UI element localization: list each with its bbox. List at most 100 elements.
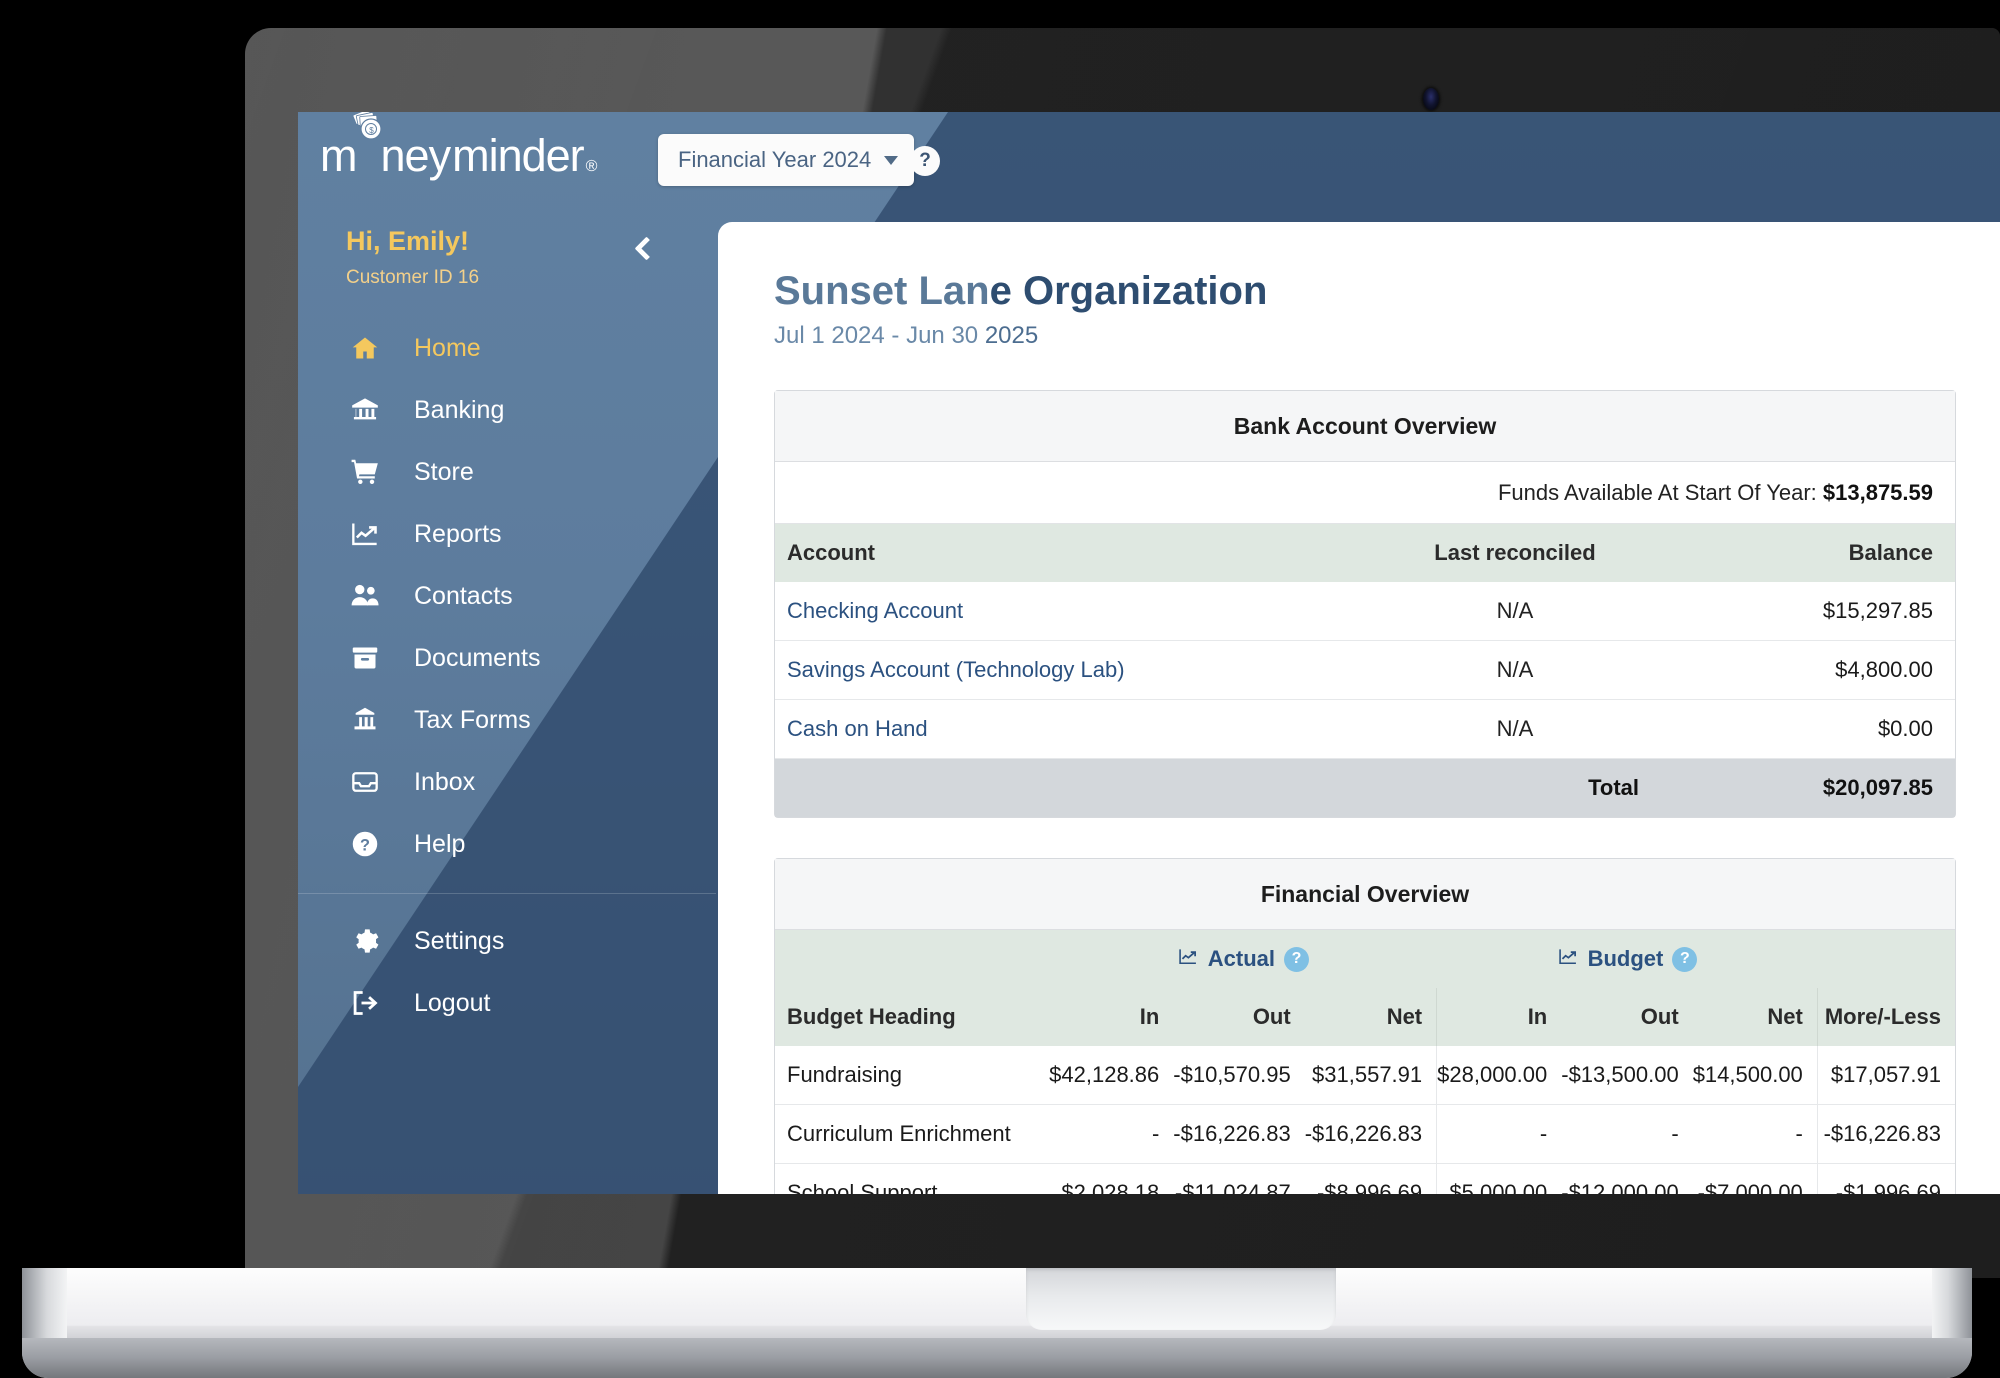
sidebar-item-label: Store — [414, 457, 474, 486]
financial-year-selector[interactable]: Financial Year 2024 — [658, 134, 915, 186]
actual-out-value: -$16,226.83 — [1173, 1104, 1305, 1164]
last-reconciled-value: N/A — [1365, 699, 1665, 759]
table-header-row: Account Last reconciled Balance — [775, 524, 1955, 582]
sidebar-item-banking[interactable]: Banking — [298, 379, 716, 441]
actual-in-value: $42,128.86 — [1049, 1046, 1174, 1105]
chevron-down-icon — [884, 155, 899, 165]
financial-card-title: Financial Overview — [775, 859, 1955, 930]
sidebar-item-contacts[interactable]: Contacts — [298, 565, 716, 627]
main-content-panel: Sunset Lane Organization Jul 1 2024 - Ju… — [718, 222, 2000, 1194]
sidebar-item-label: Tax Forms — [414, 705, 531, 734]
more-less-value: $17,057.91 — [1816, 1046, 1955, 1105]
column-header-actual-net: Net — [1304, 988, 1437, 1046]
financial-year-label: Financial Year 2024 — [678, 147, 872, 172]
sidebar-item-label: Banking — [414, 395, 505, 424]
sidebar-item-label: Help — [414, 829, 466, 858]
sidebar-item-label: Settings — [414, 926, 505, 955]
last-reconciled-value: N/A — [1365, 582, 1665, 641]
column-header-actual-in: In — [1049, 988, 1174, 1046]
page-subtitle: Jul 1 2024 - Jun 30 2025 — [774, 322, 1980, 350]
budget-heading-value: School Support — [775, 1163, 1050, 1194]
chart-line-icon — [1557, 946, 1579, 972]
sidebar-item-store[interactable]: Store — [298, 441, 716, 503]
sidebar-collapse-button[interactable] — [626, 228, 666, 268]
budget-in-value: - — [1436, 1104, 1562, 1164]
laptop-mockup-scene: money $ — [0, 0, 2000, 1378]
group-label-actual: Actual — [1207, 946, 1276, 971]
actual-out-value: -$10,570.95 — [1173, 1046, 1305, 1105]
more-less-value: -$16,226.83 — [1816, 1104, 1955, 1164]
group-header-actual: Actual ? — [1049, 930, 1437, 988]
column-header-account: Account — [775, 524, 1365, 582]
actual-help-badge[interactable]: ? — [1284, 946, 1310, 972]
bank-icon — [350, 396, 392, 424]
sidebar-item-documents[interactable]: Documents — [298, 627, 716, 689]
screen: money $ — [298, 112, 2000, 1194]
sidebar-item-label: Reports — [414, 519, 502, 548]
question-circle-icon: ? — [350, 830, 392, 858]
table-row: Fundraising $42,128.86 -$10,570.95 $31,5… — [775, 1046, 1955, 1105]
account-link[interactable]: Checking Account — [775, 582, 1365, 641]
budget-out-value: -$12,000.00 — [1561, 1163, 1693, 1194]
webcam-icon — [1423, 88, 1439, 110]
last-reconciled-value: N/A — [1365, 640, 1665, 700]
logo-text-minder: minder — [452, 129, 585, 181]
account-link[interactable]: Cash on Hand — [775, 699, 1365, 759]
table-header-row: Budget Heading In Out Net In Out Net Mor… — [775, 988, 1955, 1046]
column-header-last-reconciled: Last reconciled — [1365, 524, 1665, 582]
svg-text:?: ? — [360, 836, 370, 854]
sidebar-item-logout[interactable]: Logout — [298, 972, 716, 1034]
laptop-base-notch — [1026, 1268, 1336, 1330]
budget-net-value: -$7,000.00 — [1692, 1163, 1818, 1194]
page-subtitle-range: Jul 1 2024 - Jun 30 — [774, 322, 985, 349]
sidebar-item-settings[interactable]: Settings — [298, 910, 716, 972]
table-row: Curriculum Enrichment - -$16,226.83 -$16… — [775, 1104, 1955, 1164]
budget-help-badge[interactable]: ? — [1672, 946, 1698, 972]
sidebar-item-label: Inbox — [414, 767, 476, 796]
sidebar-item-label: Home — [414, 333, 481, 362]
column-header-budget-heading: Budget Heading — [775, 988, 1050, 1046]
sidebar-item-tax-forms[interactable]: Tax Forms — [298, 689, 716, 751]
logo-text-ney: ney — [380, 129, 452, 181]
sidebar-item-inbox[interactable]: Inbox — [298, 751, 716, 813]
group-label-budget: Budget — [1587, 946, 1664, 971]
table-group-header-row: Actual ? Budget ? — [775, 930, 1955, 988]
total-label: Total — [1365, 758, 1665, 817]
budget-out-value: - — [1561, 1104, 1693, 1164]
column-header-budget-net: Net — [1692, 988, 1818, 1046]
gear-icon — [350, 927, 392, 955]
sidebar-item-label: Documents — [414, 643, 541, 672]
bank-card-title: Bank Account Overview — [775, 391, 1955, 462]
page-title-part2: e Organization — [989, 269, 1268, 313]
page-subtitle-year: 2025 — [984, 322, 1039, 349]
landmark-icon — [350, 706, 392, 734]
balance-value: $0.00 — [1665, 699, 1955, 759]
balance-value: $15,297.85 — [1665, 582, 1955, 641]
sidebar-nav: Home Banking Store Reports Contacts Docu… — [298, 317, 716, 1034]
chevron-left-icon — [633, 235, 659, 261]
more-less-value: -$1,996.69 — [1816, 1163, 1955, 1194]
sidebar-item-reports[interactable]: Reports — [298, 503, 716, 565]
chart-line-icon — [350, 520, 392, 548]
column-header-budget-in: In — [1436, 988, 1562, 1046]
sidebar-item-label: Contacts — [414, 581, 513, 610]
table-row: Cash on Hand N/A $0.00 — [775, 699, 1955, 759]
column-header-more-less: More/-Less — [1816, 988, 1955, 1046]
shopping-cart-icon — [350, 458, 392, 486]
account-link[interactable]: Savings Account (Technology Lab) — [775, 640, 1365, 700]
moneyminder-logo[interactable]: money $ — [320, 112, 598, 188]
home-icon — [350, 334, 392, 362]
registered-mark: ® — [585, 157, 598, 175]
actual-in-value: $2,028.18 — [1049, 1163, 1174, 1194]
header-help-button[interactable]: ? — [910, 146, 940, 176]
archive-box-icon — [350, 644, 392, 672]
actual-net-value: -$8,996.69 — [1304, 1163, 1437, 1194]
money-bills-icon: $ — [351, 112, 385, 140]
sidebar-item-home[interactable]: Home — [298, 317, 716, 379]
balance-value: $4,800.00 — [1665, 640, 1955, 700]
column-header-balance: Balance — [1665, 524, 1955, 582]
sidebar-item-help[interactable]: ? Help — [298, 813, 716, 875]
budget-in-value: $5,000.00 — [1436, 1163, 1562, 1194]
funds-available-value: $13,875.59 — [1822, 480, 1933, 505]
sidebar: Hi, Emily! Customer ID 16 Home Banking S… — [298, 222, 716, 1194]
